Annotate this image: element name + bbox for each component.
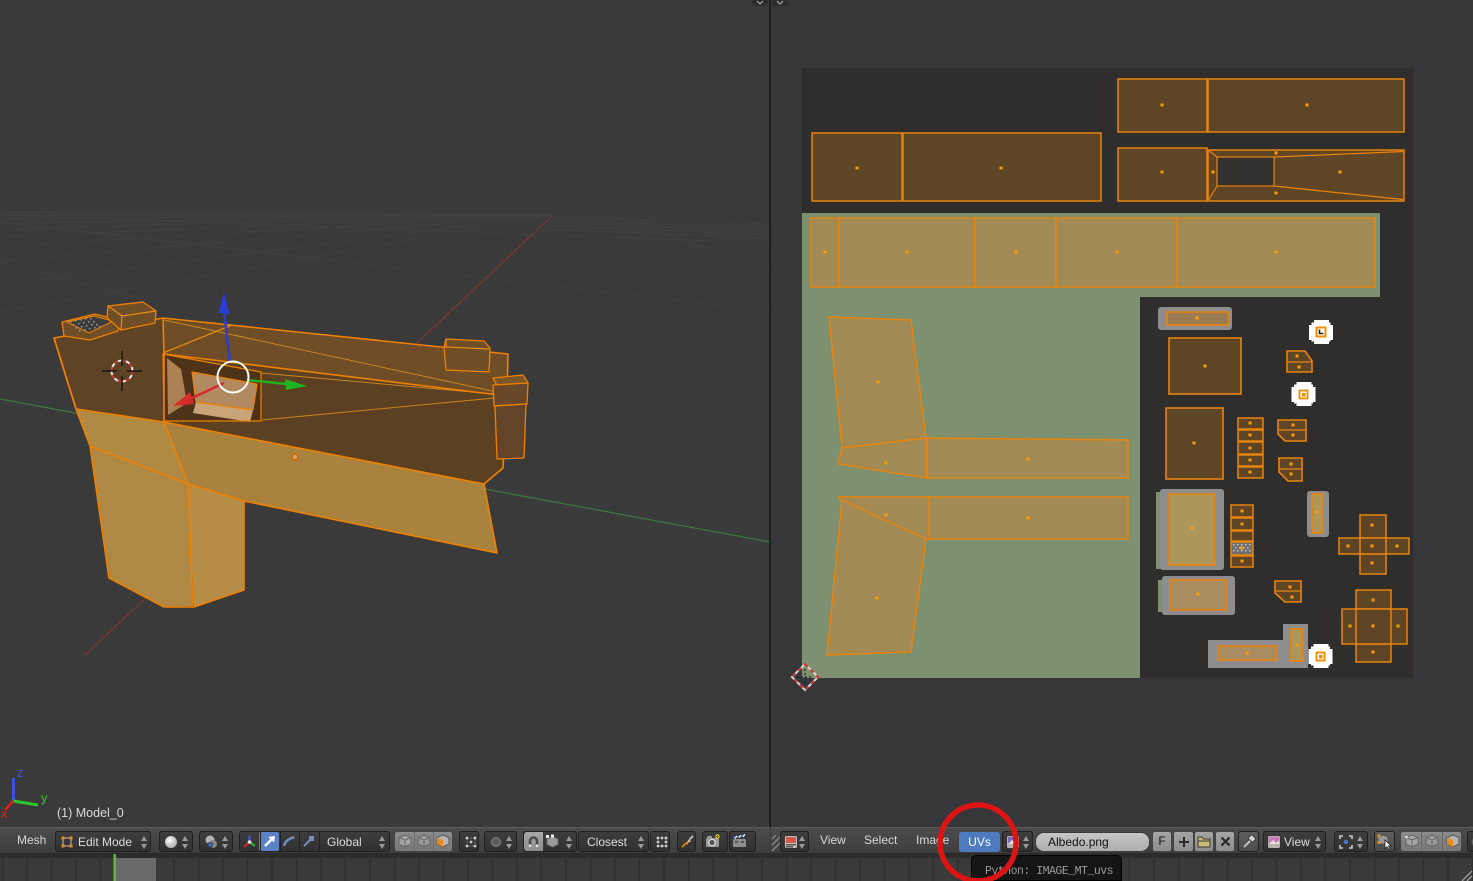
svg-text:x: x xyxy=(1,806,8,821)
svg-text:(1) Model_0: (1) Model_0 xyxy=(57,806,124,820)
svg-text:z: z xyxy=(17,765,24,780)
svg-text:y: y xyxy=(41,790,48,805)
